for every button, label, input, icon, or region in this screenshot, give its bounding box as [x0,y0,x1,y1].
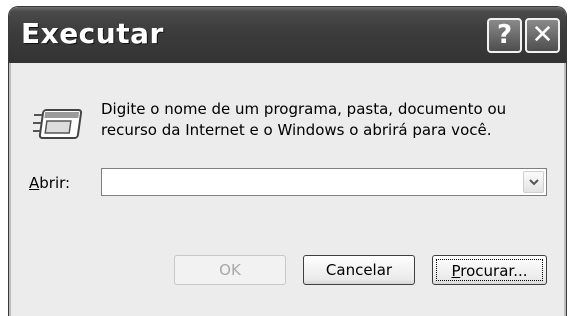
window-title: Executar [21,17,164,50]
run-dialog: Executar ? ✕ Digite o nome de um program… [8,6,567,316]
browse-label: rocurar... [460,262,528,280]
browse-accelerator: P [451,262,461,280]
close-icon: ✕ [531,20,554,50]
instructions-line-1: Digite o nome de um programa, pasta, doc… [101,100,507,118]
help-icon: ? [496,20,513,50]
open-label: Abrir: [29,174,70,192]
close-button[interactable]: ✕ [525,18,560,53]
help-button[interactable]: ? [487,18,522,53]
browse-button[interactable]: Procurar... [432,255,547,285]
open-combobox[interactable] [101,168,547,196]
instructions-text: Digite o nome de um programa, pasta, doc… [101,99,541,141]
chevron-down-icon [529,179,539,186]
open-input[interactable] [102,169,520,195]
open-label-text: brir: [39,174,71,192]
title-bar[interactable]: Executar ? ✕ [9,7,566,63]
combo-dropdown-button[interactable] [523,171,544,193]
open-label-accelerator: A [29,174,40,192]
run-window-icon [33,109,83,139]
ok-button[interactable]: OK [174,255,286,285]
dialog-body: Digite o nome de um programa, pasta, doc… [9,63,566,316]
browse-focus-rect: Procurar... [436,259,543,281]
cancel-button[interactable]: Cancelar [303,255,415,285]
instructions-line-2: recurso da Internet e o Windows o abrirá… [101,121,492,139]
